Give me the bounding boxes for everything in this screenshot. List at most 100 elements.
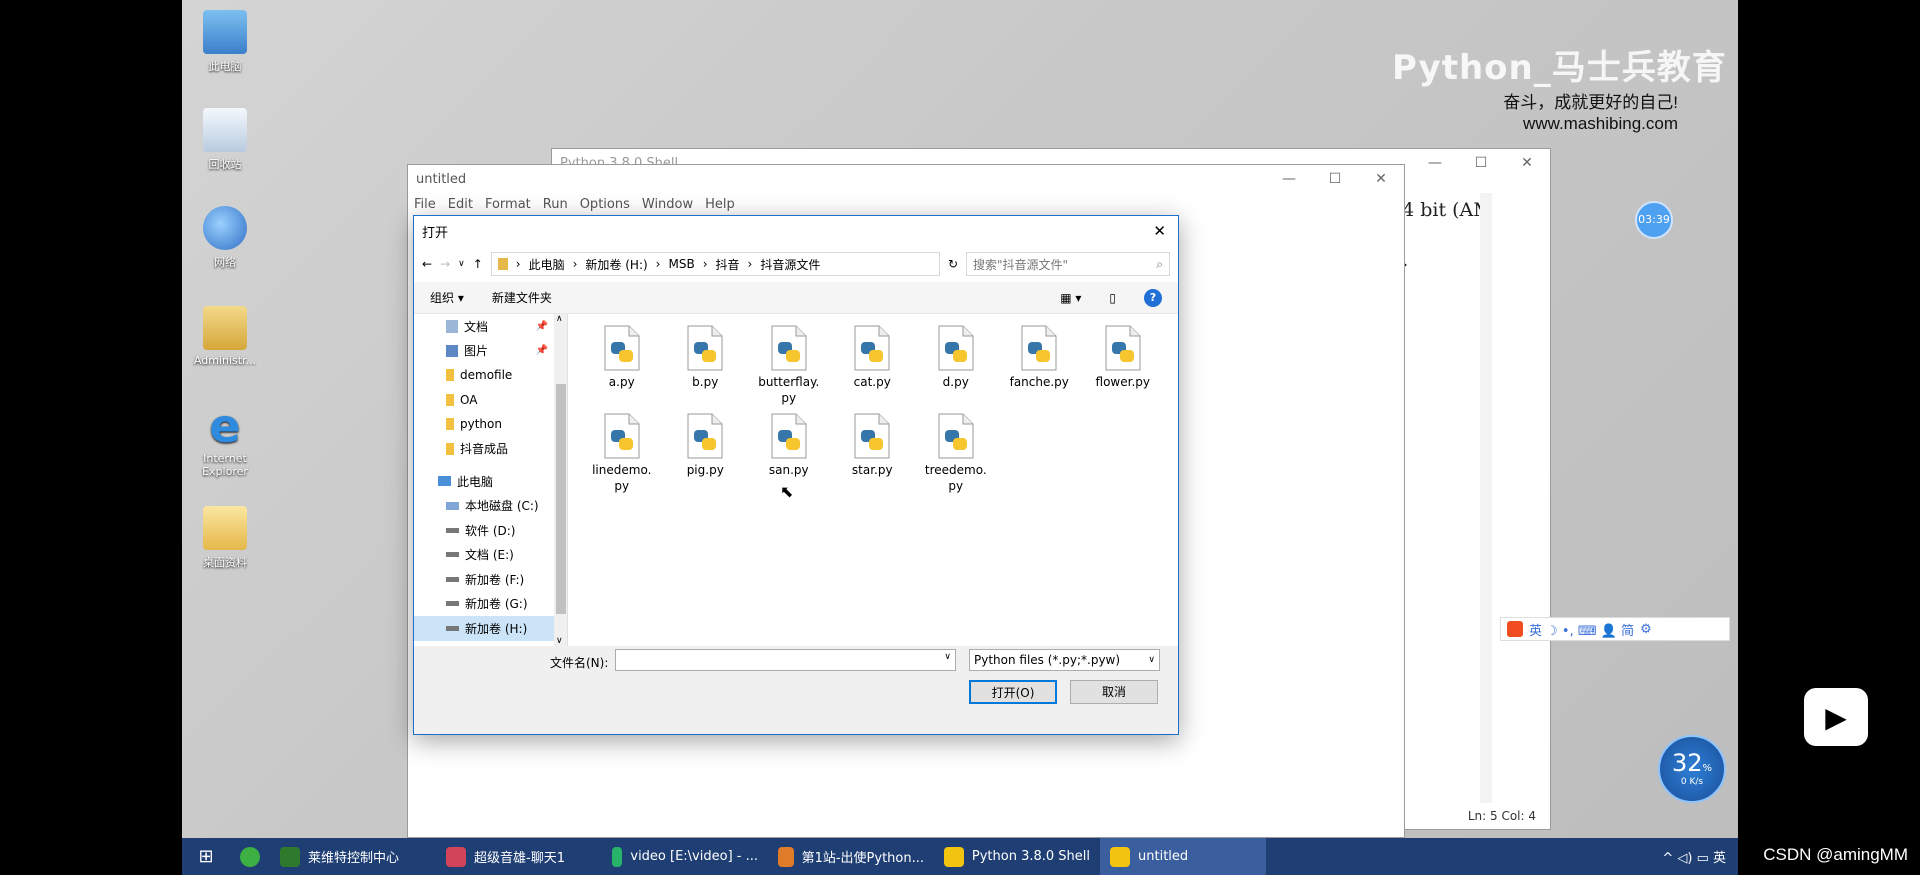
file-item[interactable]: butterflay. py [747, 324, 831, 412]
maximize-icon[interactable]: ☐ [1458, 149, 1504, 177]
organize-button[interactable]: 组织 ▾ [430, 289, 464, 306]
menu-run[interactable]: Run [543, 197, 568, 212]
chevron-down-icon[interactable]: ∨ [458, 259, 465, 269]
tree-item[interactable]: 抖音成品 [414, 437, 554, 462]
tree-item[interactable]: demofile [414, 363, 554, 388]
tree-item[interactable]: 文档 📌 [414, 314, 554, 339]
tree-item-drive-selected[interactable]: 新加卷 (H:) [414, 616, 554, 641]
tree-item-drive[interactable]: 新加卷 (G:) [414, 592, 554, 617]
file-item[interactable]: cat.py [831, 324, 915, 412]
close-icon[interactable]: ✕ [1358, 165, 1404, 193]
shell-window-controls: — ☐ ✕ [1412, 149, 1550, 177]
minimize-icon[interactable]: — [1412, 149, 1458, 177]
desktop-icon-ie[interactable]: e Internet Explorer [186, 403, 264, 478]
computer-icon [438, 476, 451, 487]
file-name: b.py [692, 375, 719, 389]
taskbar-item[interactable]: 第1站-出使Python... [768, 838, 934, 875]
breadcrumb-item[interactable]: 抖音源文件 [760, 256, 820, 273]
dialog-toolbar: 组织 ▾ 新建文件夹 ▦ ▾ ▯ ? [414, 282, 1178, 314]
watermark-title: Python_马士兵教育 [1392, 48, 1727, 88]
app-icon [446, 846, 466, 867]
watermark-slogan: 奋斗，成就更好的自己! [1503, 93, 1678, 112]
address-bar[interactable]: › 此电脑 › 新加卷 (H:) › MSB › 抖音 › 抖音源文件 [490, 252, 940, 276]
desktop-icon-network[interactable]: 网络 [186, 206, 264, 270]
system-tray[interactable]: ^ ◁) ▭ 英 [1662, 847, 1726, 866]
open-button[interactable]: 打开(O) [969, 680, 1057, 704]
file-item[interactable]: flower.py [1081, 324, 1165, 412]
folder-icon [446, 442, 454, 455]
csdn-watermark: CSDN @amingMM [1763, 845, 1908, 864]
back-arrow-icon[interactable]: ← [422, 257, 432, 271]
file-item[interactable]: pig.py [664, 412, 748, 500]
taskbar-item[interactable]: video [E:\video] - ... [602, 838, 768, 875]
tree-item[interactable]: 图片 📌 [414, 339, 554, 364]
taskbar-item[interactable]: 超级音雄-聊天1 [436, 838, 602, 875]
up-arrow-icon[interactable]: ↑ [473, 257, 483, 271]
forward-arrow-icon[interactable]: → [440, 257, 450, 271]
desktop-icon-this-pc[interactable]: 此电脑 [186, 10, 264, 74]
menu-edit[interactable]: Edit [448, 197, 473, 212]
drive-icon [446, 552, 459, 558]
speed-widget[interactable]: 32% 0 K/s [1658, 735, 1726, 803]
gear-icon[interactable]: ⚙ [1640, 622, 1652, 637]
tree-item-this-pc[interactable]: 此电脑 [414, 469, 554, 494]
tree-scrollbar[interactable]: ∧ ∨ [554, 314, 568, 646]
menu-format[interactable]: Format [485, 197, 531, 212]
tree-item[interactable]: python [414, 412, 554, 437]
start-button[interactable]: ⊞ [182, 838, 230, 875]
file-item[interactable]: fanche.py [998, 324, 1082, 412]
file-item[interactable]: treedemo. py [914, 412, 998, 500]
tree-item-drive[interactable]: 本地磁盘 (C:) [414, 494, 554, 519]
tree-item-drive[interactable]: 文档 (E:) [414, 543, 554, 568]
file-item[interactable]: d.py [914, 324, 998, 412]
menu-window[interactable]: Window [642, 197, 693, 212]
file-type-select[interactable]: Python files (*.py;*.pyw) ∨ [969, 649, 1160, 671]
close-icon[interactable]: ✕ [1153, 222, 1166, 240]
chevron-down-icon[interactable]: ∨ [944, 652, 951, 662]
tree-item-drive[interactable]: 新加卷 (F:) [414, 567, 554, 592]
filename-label: 文件名(N): [550, 656, 609, 670]
file-item[interactable]: linedemo. py [580, 412, 664, 500]
tree-item-drive[interactable]: 软件 (D:) [414, 518, 554, 543]
scrollbar-thumb[interactable] [556, 384, 566, 614]
new-folder-button[interactable]: 新建文件夹 [492, 289, 552, 306]
filename-input[interactable]: ∨ [615, 649, 956, 671]
preview-pane-icon[interactable]: ▯ [1109, 291, 1116, 305]
breadcrumb-item[interactable]: 新加卷 (H:) [585, 256, 647, 273]
help-icon[interactable]: ? [1144, 288, 1162, 307]
close-icon[interactable]: ✕ [1504, 149, 1550, 177]
taskbar-item-label: Python 3.8.0 Shell [971, 849, 1090, 864]
taskbar-item-label: 超级音雄-聊天1 [474, 851, 565, 866]
taskbar-item[interactable]: untitled [1100, 838, 1266, 875]
breadcrumb-sep: › [572, 257, 578, 271]
breadcrumb-item[interactable]: MSB [668, 257, 694, 271]
taskbar-item[interactable]: Python 3.8.0 Shell [934, 838, 1100, 875]
menu-help[interactable]: Help [705, 197, 735, 212]
file-item[interactable]: star.py [831, 412, 915, 500]
breadcrumb-item[interactable]: 此电脑 [529, 256, 565, 273]
app-launcher-button[interactable] [230, 838, 270, 875]
breadcrumb-item[interactable]: 抖音 [716, 256, 740, 273]
file-item[interactable]: b.py [664, 324, 748, 412]
chevron-up-icon[interactable]: ∧ [556, 314, 563, 324]
cancel-button[interactable]: 取消 [1070, 680, 1158, 704]
video-play-icon[interactable]: ▶ [1804, 688, 1868, 746]
view-options-icon[interactable]: ▦ ▾ [1060, 291, 1081, 305]
shell-scrollbar[interactable] [1480, 193, 1492, 803]
maximize-icon[interactable]: ☐ [1312, 165, 1358, 193]
desktop-icon-admin[interactable]: Administr... [186, 306, 264, 367]
ime-toolbar[interactable]: 英 ☽ •, ⌨ 👤 简 ⚙ [1500, 617, 1730, 641]
minimize-icon[interactable]: — [1266, 165, 1312, 193]
refresh-icon[interactable]: ↻ [948, 257, 958, 271]
tree-item[interactable]: OA [414, 388, 554, 413]
desktop-icon-recycle-bin[interactable]: 回收站 [186, 108, 264, 172]
menu-options[interactable]: Options [580, 197, 630, 212]
drive-icon [446, 625, 459, 631]
editor-menubar: File Edit Format Run Options Window Help [408, 193, 1404, 215]
desktop-icon-desk-files[interactable]: 桌面资料 [186, 506, 264, 570]
file-item[interactable]: a.py [580, 324, 664, 412]
menu-file[interactable]: File [414, 197, 436, 212]
taskbar-item[interactable]: 莱维特控制中心 [270, 838, 436, 875]
search-input[interactable]: 搜索"抖音源文件" ⌕ [966, 252, 1170, 276]
file-name: cat.py [853, 375, 891, 389]
